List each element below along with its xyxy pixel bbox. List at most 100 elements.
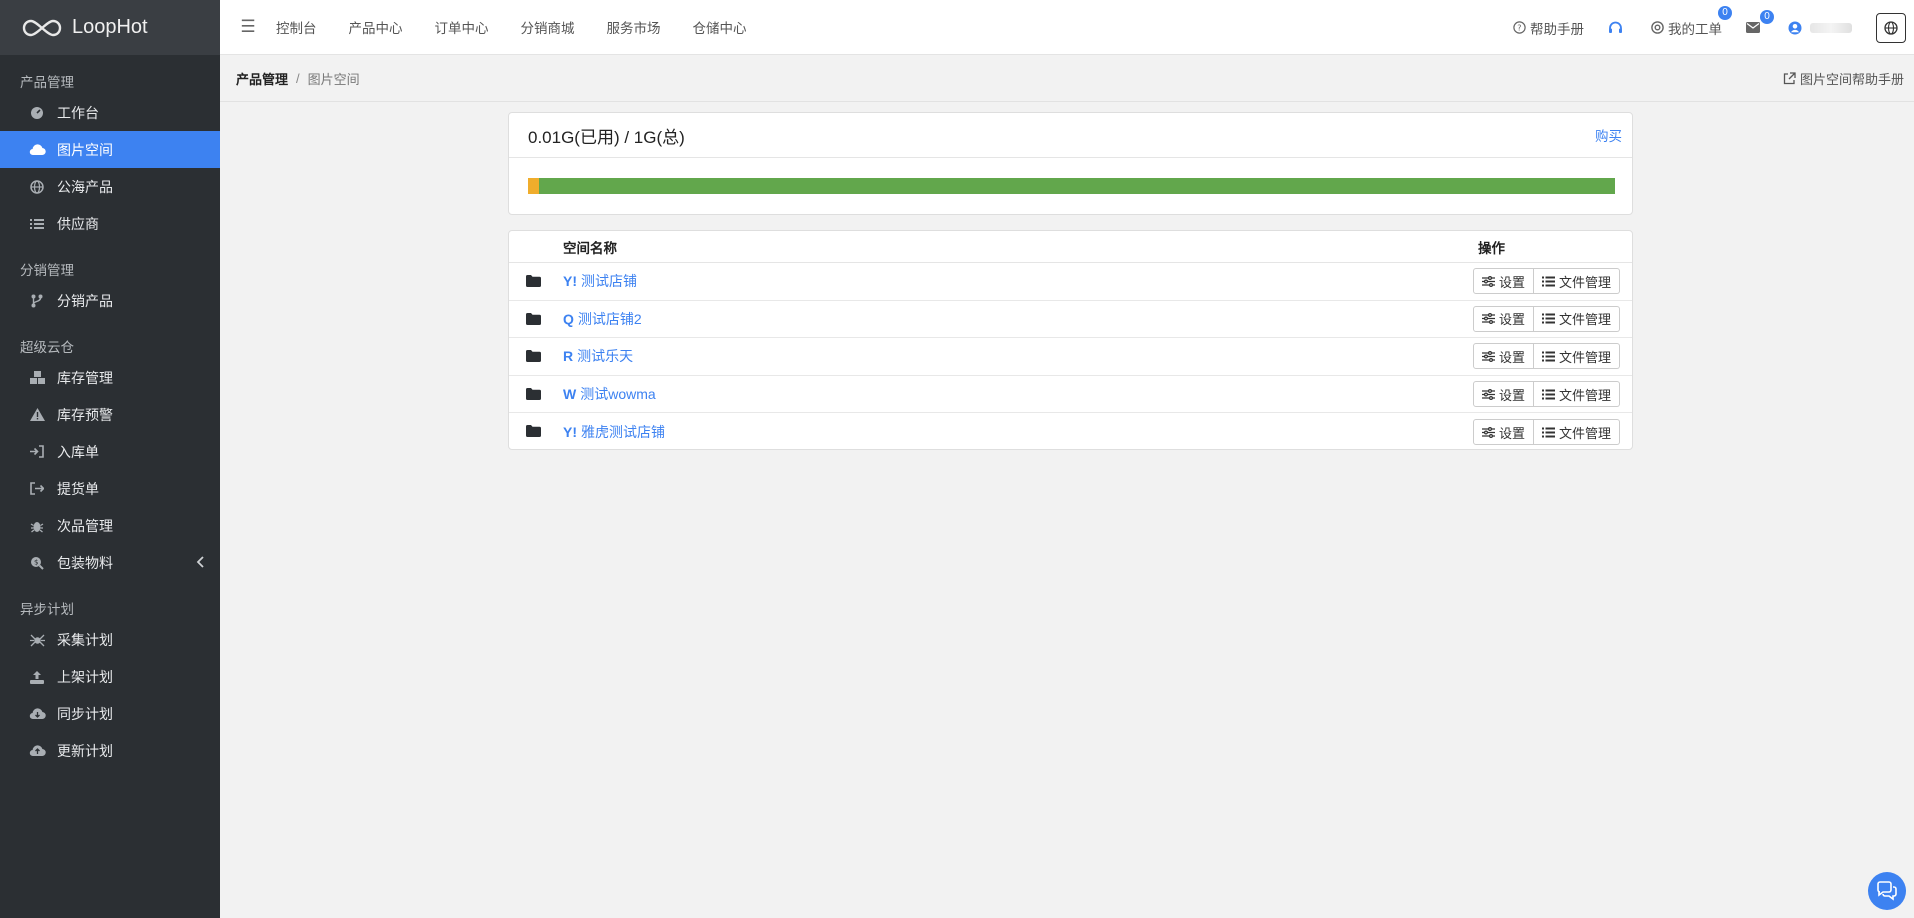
chevron-left-icon[interactable] (196, 555, 204, 571)
sliders-icon (1482, 388, 1495, 400)
external-link-icon (1783, 72, 1796, 85)
yahoo-icon: Y! (563, 273, 577, 290)
my-tickets-link[interactable]: 我的工单 0 (1651, 5, 1732, 38)
settings-button[interactable]: 设置 (1473, 343, 1535, 370)
breadcrumb-current: 图片空间 (307, 72, 360, 87)
list-icon (1542, 313, 1556, 324)
wowma-icon: W (563, 386, 577, 403)
sliders-icon (1482, 350, 1495, 362)
table-row: Y! 雅虎测试店铺 设置 文件管理 (509, 413, 1632, 451)
sidebar-item-label: 提货单 (57, 480, 99, 497)
language-globe-button[interactable] (1876, 12, 1906, 43)
sidebar-item-stock-alert[interactable]: 库存预警 (0, 396, 220, 433)
breadcrumb-parent[interactable]: 产品管理 (236, 69, 288, 88)
hamburger-menu-icon[interactable]: ☰ (220, 17, 276, 37)
sidebar-item-defects[interactable]: 次品管理 (0, 507, 220, 544)
sign-in-icon (28, 445, 46, 458)
sidebar-item-label: 上架计划 (57, 668, 113, 685)
sidebar-item-label: 次品管理 (57, 517, 113, 534)
sidebar-item-sync-plan[interactable]: 同步计划 (0, 695, 220, 732)
settings-button[interactable]: 设置 (1473, 268, 1535, 295)
chat-bubbles-icon (1877, 881, 1897, 901)
chat-support-button[interactable] (1868, 872, 1906, 910)
sidebar-item-inbound[interactable]: 入库单 (0, 433, 220, 470)
infinity-logo-icon (22, 19, 62, 36)
breadcrumb-separator: / (296, 71, 300, 86)
topnav-product-center[interactable]: 产品中心 (349, 17, 403, 37)
search-dollar-icon: $ (28, 556, 46, 570)
question-circle-icon: ? (1513, 21, 1526, 34)
sidebar-item-update-plan[interactable]: 更新计划 (0, 732, 220, 769)
settings-button[interactable]: 设置 (1473, 381, 1535, 408)
storage-progress-bar (528, 178, 1615, 194)
sidebar-item-suppliers[interactable]: 供应商 (0, 205, 220, 242)
username-redacted (1810, 22, 1852, 33)
mail-icon[interactable]: 0 (1746, 10, 1774, 33)
file-management-button[interactable]: 文件管理 (1534, 343, 1621, 370)
sidebar-item-collect-plan[interactable]: 采集计划 (0, 621, 220, 658)
sidebar: LoopHot 产品管理 工作台 图片空间 公海产品 供应商 分销管理 分销产品… (0, 0, 220, 918)
breadcrumb: 产品管理 / 图片空间 图片空间帮助手册 (220, 56, 1914, 102)
space-name-link[interactable]: Q 测试店铺2 (563, 309, 642, 329)
topnav-service-market[interactable]: 服务市场 (607, 17, 661, 37)
qoo10-icon: Q (563, 310, 574, 327)
folder-icon (526, 349, 541, 365)
sidebar-item-packaging[interactable]: $ 包装物料 (0, 544, 220, 581)
file-management-button[interactable]: 文件管理 (1534, 381, 1621, 408)
branch-icon (28, 294, 46, 308)
bug-icon (28, 519, 46, 533)
user-menu[interactable] (1788, 21, 1852, 35)
brand-logo[interactable]: LoopHot (0, 0, 220, 55)
list-icon (1542, 276, 1556, 287)
sidebar-item-label: 公海产品 (57, 178, 113, 195)
file-management-button[interactable]: 文件管理 (1534, 419, 1621, 446)
cloud-download-icon (28, 707, 46, 720)
sidebar-item-label: 入库单 (57, 443, 99, 460)
file-management-button[interactable]: 文件管理 (1534, 268, 1621, 295)
svg-text:?: ? (1517, 24, 1521, 33)
cloud-icon (28, 143, 46, 156)
headset-support-icon[interactable] (1608, 21, 1627, 35)
sliders-icon (1482, 426, 1495, 438)
sidebar-item-label: 包装物料 (57, 554, 113, 571)
help-manual-link[interactable]: ? 帮助手册 (1513, 18, 1584, 38)
topnav-warehouse-center[interactable]: 仓储中心 (693, 17, 747, 37)
image-space-help-link[interactable]: 图片空间帮助手册 (1783, 69, 1904, 88)
nav-section-title: 分销管理 (20, 263, 74, 278)
sliders-icon (1482, 275, 1495, 287)
yahoo-icon: Y! (563, 424, 577, 441)
topnav-order-center[interactable]: 订单中心 (435, 17, 489, 37)
sidebar-item-listing-plan[interactable]: 上架计划 (0, 658, 220, 695)
table-row: Q 测试店铺2 设置 文件管理 (509, 301, 1632, 339)
sidebar-item-distribution-products[interactable]: 分销产品 (0, 282, 220, 319)
space-name-link[interactable]: R 测试乐天 (563, 346, 633, 366)
cloud-upload-icon (28, 744, 46, 757)
space-name-link[interactable]: Y! 雅虎测试店铺 (563, 422, 665, 442)
space-name-link[interactable]: W 测试wowma (563, 384, 656, 404)
brand-name: LoopHot (72, 16, 148, 38)
table-row: Y! 测试店铺 设置 文件管理 (509, 263, 1632, 301)
sidebar-item-pickup[interactable]: 提货单 (0, 470, 220, 507)
settings-button[interactable]: 设置 (1473, 305, 1535, 332)
buy-link[interactable]: 购买 (1595, 125, 1622, 145)
list-icon (1542, 351, 1556, 362)
sidebar-item-label: 库存管理 (57, 369, 113, 386)
sidebar-item-image-space[interactable]: 图片空间 (0, 131, 220, 168)
table-row: W 测试wowma 设置 文件管理 (509, 376, 1632, 414)
folder-icon (526, 274, 541, 290)
row-actions: 设置 文件管理 (1473, 419, 1621, 446)
row-actions: 设置 文件管理 (1473, 343, 1621, 370)
warning-icon (28, 408, 46, 421)
settings-button[interactable]: 设置 (1473, 419, 1535, 446)
spider-icon (28, 633, 46, 647)
topnav-distribution-mall[interactable]: 分销商城 (521, 17, 575, 37)
list-icon (28, 218, 46, 230)
topnav-console[interactable]: 控制台 (276, 17, 317, 37)
sidebar-item-workbench[interactable]: 工作台 (0, 94, 220, 131)
sidebar-item-inventory[interactable]: 库存管理 (0, 359, 220, 396)
list-icon (1542, 427, 1556, 438)
sidebar-item-public-products[interactable]: 公海产品 (0, 168, 220, 205)
sidebar-item-label: 分销产品 (57, 292, 113, 309)
file-management-button[interactable]: 文件管理 (1534, 305, 1621, 332)
space-name-link[interactable]: Y! 测试店铺 (563, 271, 637, 291)
